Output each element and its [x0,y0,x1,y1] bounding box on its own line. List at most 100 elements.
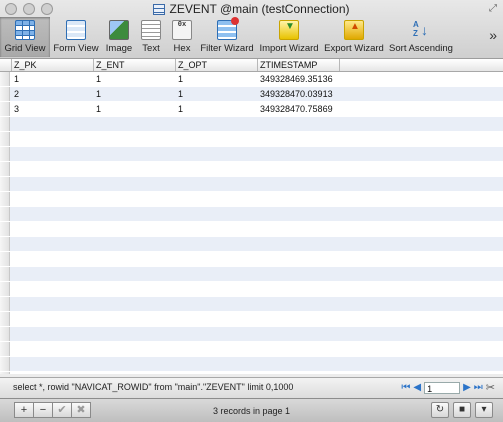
row-handle[interactable] [0,357,10,371]
empty-row[interactable] [0,357,503,372]
text-label: Text [142,43,160,54]
sort-ascending-label: Sort Ascending [389,43,453,54]
settings-wrench-icon[interactable]: ✂ [486,381,495,394]
row-handle[interactable] [0,72,10,86]
column-header-z-pk[interactable]: Z_PK [12,59,94,71]
row-handle[interactable] [0,342,10,356]
cell-z-ent[interactable]: 1 [94,72,176,86]
row-handle[interactable] [0,252,10,266]
empty-row[interactable] [0,282,503,297]
export-wizard-label: Export Wizard [324,43,384,54]
column-header-z-ent[interactable]: Z_ENT [94,59,176,71]
cell-z-ent[interactable]: 1 [94,102,176,116]
cell-z-opt[interactable]: 1 [176,102,258,116]
empty-row[interactable] [0,327,503,342]
empty-row[interactable] [0,237,503,252]
cell-ztimestamp[interactable]: 349328470.75869 [258,102,340,116]
export-wizard-button[interactable]: Export Wizard [322,17,386,57]
table-row[interactable]: 1 1 1 349328469.35136 [0,72,503,87]
next-page-icon[interactable]: ▶ [463,382,471,394]
row-handle[interactable] [0,312,10,326]
row-handle[interactable] [0,297,10,311]
data-grid[interactable]: Z_PK Z_ENT Z_OPT ZTIMESTAMP 1 1 1 349328469… [0,59,503,374]
column-header-ztimestamp[interactable]: ZTIMESTAMP [258,59,340,71]
navicat-table-window: ZEVENT @main (testConnection) ⤢ Grid Vie… [0,0,503,422]
empty-row[interactable] [0,192,503,207]
row-handle[interactable] [0,267,10,281]
empty-row[interactable] [0,252,503,267]
empty-row[interactable] [0,117,503,132]
grid-view-button[interactable]: Grid View [0,17,50,57]
empty-row[interactable] [0,162,503,177]
last-page-icon[interactable]: ⏭ [474,382,483,394]
fullscreen-icon[interactable]: ⤢ [489,3,497,14]
form-view-button[interactable]: Form View [50,17,102,57]
grid-view-label: Grid View [4,43,46,54]
form-view-icon [66,20,86,40]
hex-icon: 0x [172,20,192,40]
row-handle[interactable] [0,132,10,146]
cell-z-opt[interactable]: 1 [176,72,258,86]
cell-z-pk[interactable]: 3 [12,102,94,116]
first-page-icon[interactable]: ⏮ [401,382,410,394]
row-handle[interactable] [0,162,10,176]
row-handle[interactable] [0,207,10,221]
row-handle[interactable] [0,372,10,374]
column-header-z-opt[interactable]: Z_OPT [176,59,258,71]
image-icon [109,20,129,40]
page-number-input[interactable]: 1 [424,381,461,394]
sort-ascending-button[interactable]: AZ ↓ Sort Ascending [386,17,456,57]
filter-wizard-button[interactable]: Filter Wizard [198,17,256,57]
import-wizard-icon [279,20,299,40]
sort-arrow-glyph: ↓ [421,22,428,38]
row-handle[interactable] [0,192,10,206]
cell-z-opt[interactable]: 1 [176,87,258,101]
empty-row[interactable] [0,267,503,282]
cell-z-pk[interactable]: 2 [12,87,94,101]
image-button[interactable]: Image [102,17,136,57]
hex-button[interactable]: 0x Hex [166,17,198,57]
export-wizard-icon [344,20,364,40]
text-button[interactable]: Text [136,17,166,57]
empty-row[interactable] [0,222,503,237]
hex-label: Hex [173,43,191,54]
empty-row[interactable] [0,312,503,327]
table-row[interactable]: 2 1 1 349328470.03913 [0,87,503,102]
cell-ztimestamp[interactable]: 349328469.35136 [258,72,340,86]
row-handle[interactable] [0,282,10,296]
row-handle[interactable] [0,177,10,191]
empty-row[interactable] [0,177,503,192]
import-wizard-button[interactable]: Import Wizard [256,17,322,57]
stop-button[interactable]: ■ [453,402,471,418]
refresh-button[interactable]: ↻ [431,402,449,418]
row-handle[interactable] [0,327,10,341]
empty-row[interactable] [0,372,503,374]
previous-page-icon[interactable]: ◀ [413,382,421,394]
row-handle[interactable] [0,147,10,161]
table-row[interactable]: 3 1 1 349328470.75869 [0,102,503,117]
empty-row[interactable] [0,297,503,312]
empty-row[interactable] [0,342,503,357]
image-label: Image [105,43,133,54]
cell-ztimestamp[interactable]: 349328470.03913 [258,87,340,101]
cell-z-pk[interactable]: 1 [12,72,94,86]
row-handle[interactable] [0,87,10,101]
row-handle[interactable] [0,117,10,131]
refresh-buttons: ↻ ■ ▾ [431,402,493,418]
title-toolbar-area: ZEVENT @main (testConnection) ⤢ Grid Vie… [0,0,503,59]
grid-view-icon [15,20,35,40]
sort-az-glyph: AZ [413,20,419,38]
sql-query-text: select *, rowid "NAVICAT_ROWID" from "ma… [13,382,294,392]
sql-status-bar: select *, rowid "NAVICAT_ROWID" from "ma… [0,377,503,398]
text-icon [141,20,161,40]
cell-z-ent[interactable]: 1 [94,87,176,101]
toolbar-overflow-icon[interactable]: » [489,27,497,43]
empty-row[interactable] [0,132,503,147]
row-handle[interactable] [0,237,10,251]
empty-row[interactable] [0,207,503,222]
row-handle[interactable] [0,222,10,236]
empty-row[interactable] [0,147,503,162]
row-handle-header [0,59,12,71]
options-menu-button[interactable]: ▾ [475,402,493,418]
row-handle[interactable] [0,102,10,116]
